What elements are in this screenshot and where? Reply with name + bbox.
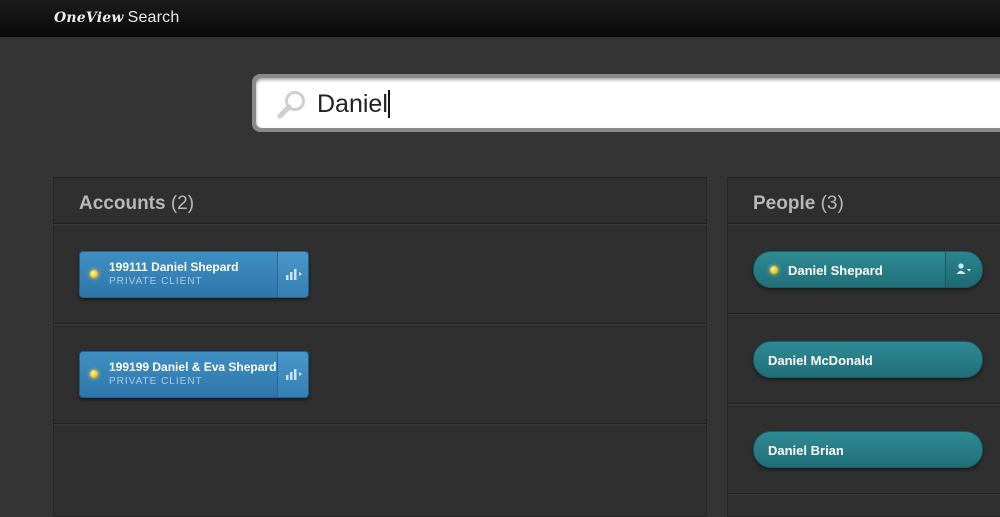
bar-chart-icon — [286, 369, 302, 380]
account-type: PRIVATE CLIENT — [109, 276, 203, 287]
account-chip-199111[interactable]: 199111 Daniel Shepard PRIVATE CLIENT — [79, 251, 309, 298]
magnifier-icon — [277, 91, 305, 119]
accounts-heading: Accounts (2) — [54, 178, 706, 224]
top-bar: OneView Search — [0, 0, 1000, 37]
people-heading: People (3) — [728, 178, 1000, 224]
person-chip-daniel-brian[interactable]: Daniel Brian — [753, 431, 983, 468]
people-count: (3) — [820, 193, 844, 214]
list-item: Daniel McDonald — [728, 314, 1000, 404]
list-item: Daniel Shepard — [728, 224, 1000, 314]
person-chip-daniel-shepard[interactable]: Daniel Shepard — [753, 251, 983, 288]
text-caret — [387, 90, 390, 118]
search-input[interactable]: Daniel — [256, 78, 1000, 128]
status-dot — [770, 266, 778, 274]
accounts-count: (2) — [170, 193, 195, 214]
person-icon — [956, 263, 971, 274]
search-bar: Daniel — [252, 74, 1000, 132]
list-item: Daniel Brian — [728, 404, 1000, 494]
account-action-button[interactable] — [277, 352, 308, 397]
accounts-panel: Accounts (2) 199111 Daniel Shepard PRIVA… — [53, 177, 707, 517]
people-panel: People (3) Daniel Shepard Daniel McDonal… — [727, 177, 1000, 517]
search-input-value: Daniel — [317, 90, 390, 118]
person-name: Daniel Brian — [768, 443, 844, 458]
account-label: 199199 Daniel & Eva Shepard PRIVATE CLIE… — [109, 360, 277, 388]
list-item: 199111 Daniel Shepard PRIVATE CLIENT — [54, 224, 706, 324]
status-dot — [90, 370, 98, 378]
app-title: OneView Search — [54, 9, 179, 27]
app-title-label: Search — [127, 9, 180, 26]
person-action-button[interactable] — [945, 252, 982, 287]
person-name: Daniel McDonald — [768, 353, 873, 368]
account-label: 199111 Daniel Shepard PRIVATE CLIENT — [109, 260, 239, 288]
bar-chart-icon — [286, 269, 302, 280]
person-name: Daniel Shepard — [788, 263, 883, 278]
account-action-button[interactable] — [277, 252, 308, 297]
account-type: PRIVATE CLIENT — [109, 376, 203, 387]
account-chip-199199[interactable]: 199199 Daniel & Eva Shepard PRIVATE CLIE… — [79, 351, 309, 398]
brand-logo: OneView — [54, 10, 124, 26]
person-chip-daniel-mcdonald[interactable]: Daniel McDonald — [753, 341, 983, 378]
status-dot — [90, 270, 98, 278]
list-item: 199199 Daniel & Eva Shepard PRIVATE CLIE… — [54, 324, 706, 424]
